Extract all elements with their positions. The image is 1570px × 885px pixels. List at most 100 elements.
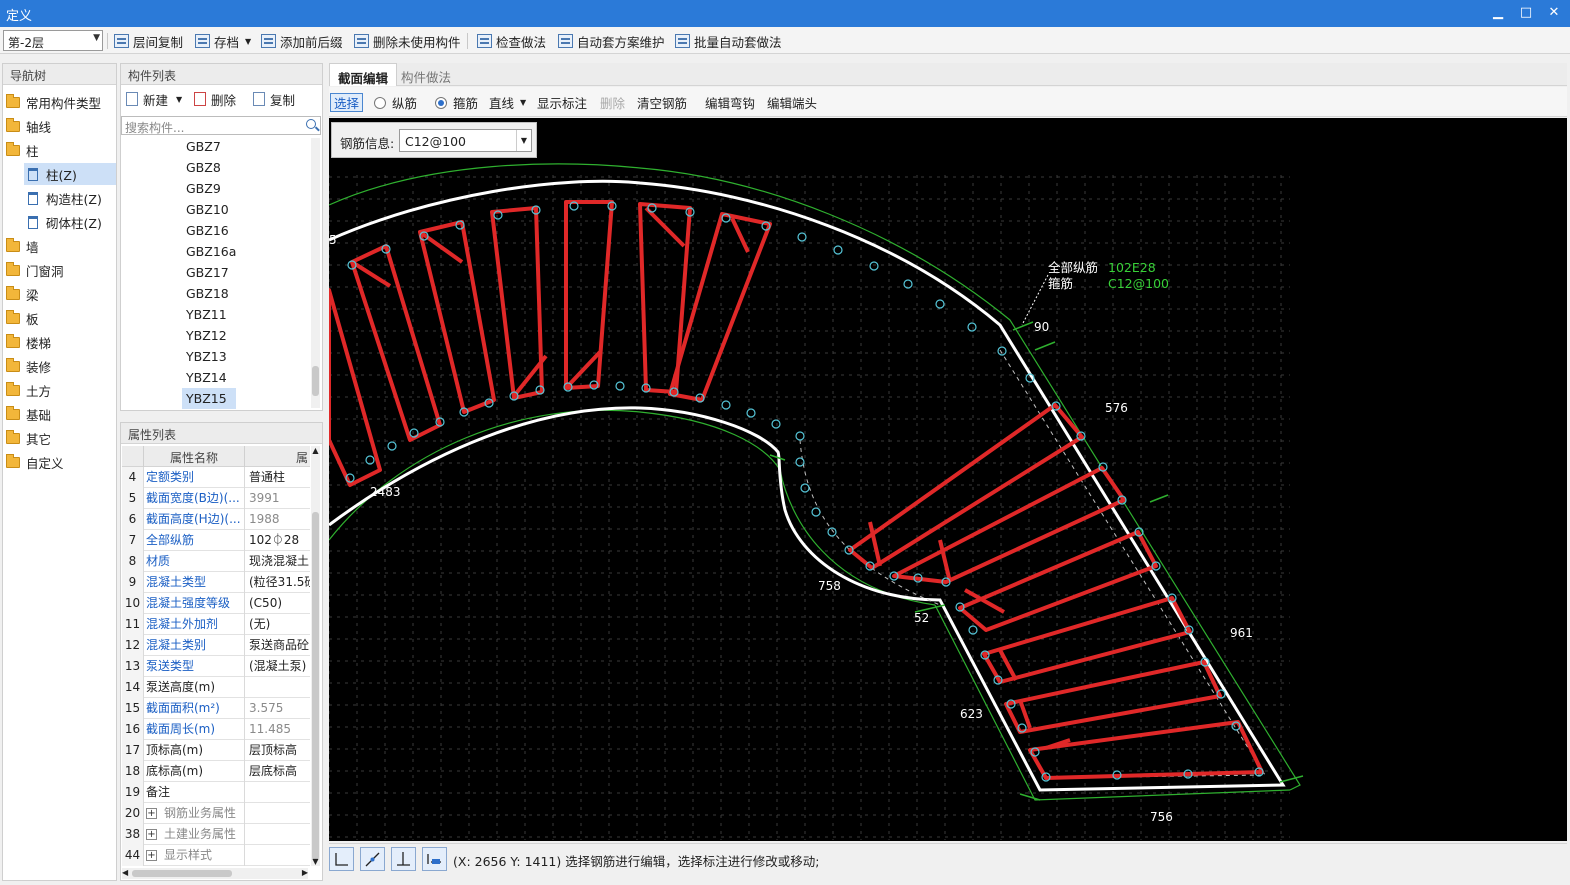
nav-item[interactable]: 墙: [6, 235, 114, 257]
edit-hook-button[interactable]: 编辑弯钩: [705, 93, 755, 112]
rebar-point[interactable]: [615, 381, 625, 391]
scroll-right-icon[interactable]: ▶: [302, 868, 308, 877]
edit-end-button[interactable]: 编辑端头: [767, 93, 817, 112]
property-row[interactable]: 14 泵送高度(m): [122, 677, 310, 698]
component-list-item[interactable]: GBZ10: [182, 199, 236, 220]
property-row[interactable]: 44 + 显示样式: [122, 845, 310, 866]
nav-item[interactable]: 梁: [6, 283, 114, 305]
check-method-button[interactable]: 检查做法: [477, 31, 546, 51]
clear-rebar-button[interactable]: 清空钢筋: [637, 93, 687, 112]
property-value[interactable]: [244, 803, 310, 824]
component-list-item[interactable]: YBZ13: [182, 346, 236, 367]
property-value[interactable]: [244, 824, 310, 845]
property-value[interactable]: 102⏀28: [244, 530, 310, 551]
property-row[interactable]: 18 底标高(m) 层底标高: [122, 761, 310, 782]
scroll-down-icon[interactable]: ▼: [311, 857, 320, 866]
property-row[interactable]: 17 顶标高(m) 层顶标高: [122, 740, 310, 761]
nav-item[interactable]: 常用构件类型: [6, 91, 114, 113]
property-row[interactable]: 10 混凝土强度等级 (C50): [122, 593, 310, 614]
delete-rebar-button[interactable]: 删除: [600, 93, 625, 112]
scrollbar-thumb[interactable]: [312, 366, 319, 396]
component-list-item[interactable]: GBZ7: [182, 136, 236, 157]
dim-5[interactable]: 5: [329, 233, 337, 247]
scrollbar-thumb[interactable]: [132, 870, 232, 877]
nav-item[interactable]: 轴线: [6, 115, 114, 137]
rebar-point[interactable]: [387, 441, 397, 451]
nav-item[interactable]: 板: [6, 307, 114, 329]
rebar-point[interactable]: [997, 346, 1007, 356]
property-value[interactable]: 泵送商品砼: [244, 635, 310, 656]
nav-item[interactable]: 基础: [6, 403, 114, 425]
dim-758[interactable]: 758: [818, 579, 841, 593]
rebar-point[interactable]: [746, 408, 756, 418]
nav-item[interactable]: 柱: [6, 139, 114, 161]
property-value[interactable]: 层底标高: [244, 761, 310, 782]
delete-component-button[interactable]: 删除: [194, 89, 236, 109]
rebar-point[interactable]: [797, 232, 807, 242]
scroll-up-icon[interactable]: ▲: [311, 446, 320, 455]
property-value[interactable]: (C50): [244, 593, 310, 614]
component-list-item[interactable]: GBZ8: [182, 157, 236, 178]
property-row[interactable]: 4 定额类别 普通柱: [122, 467, 310, 488]
component-list-scrollbar[interactable]: [311, 138, 320, 408]
floor-select[interactable]: 第-2层 ▼: [3, 30, 103, 51]
property-row[interactable]: 12 混凝土类别 泵送商品砼: [122, 635, 310, 656]
stirrup-hook[interactable]: [998, 649, 1018, 681]
dim-756[interactable]: 756: [1150, 810, 1173, 824]
property-value[interactable]: 1988: [244, 509, 310, 530]
dim-961[interactable]: 961: [1230, 626, 1253, 640]
show-dimensions-button[interactable]: 显示标注: [537, 93, 587, 112]
maximize-icon[interactable]: □: [1514, 3, 1538, 23]
copy-component-button[interactable]: 复制: [253, 89, 295, 109]
property-value[interactable]: (混凝土泵): [244, 656, 310, 677]
scroll-left-icon[interactable]: ◀: [122, 868, 128, 877]
close-icon[interactable]: ✕: [1542, 3, 1566, 23]
rebar-point[interactable]: [967, 322, 977, 332]
component-list-item[interactable]: GBZ16a: [182, 241, 236, 262]
tab-component-method[interactable]: 构件做法: [393, 63, 459, 86]
nav-item[interactable]: 楼梯: [6, 331, 114, 353]
rebar-point[interactable]: [935, 299, 945, 309]
tab-section-edit[interactable]: 截面编辑: [329, 63, 398, 86]
dimension-snap-icon[interactable]: [422, 847, 447, 871]
rebar-annotation[interactable]: 全部纵筋 102E28 箍筋 C12@100: [1048, 260, 1169, 291]
stirrup-loop[interactable]: [982, 596, 1192, 684]
nav-item[interactable]: 柱(Z): [24, 163, 116, 185]
stirrup-loop[interactable]: [958, 530, 1158, 632]
property-value[interactable]: 3.575: [244, 698, 310, 719]
dim-2483[interactable]: 2483: [370, 485, 401, 499]
property-value[interactable]: (粒径31.5砼: [244, 572, 310, 593]
property-row[interactable]: 6 截面高度(H边)(... 1988: [122, 509, 310, 530]
property-value[interactable]: 普通柱: [244, 467, 310, 488]
chevron-down-icon[interactable]: ▼: [516, 130, 531, 151]
orthogonal-snap-icon[interactable]: [329, 847, 354, 871]
rebar-point[interactable]: [869, 261, 879, 271]
property-value[interactable]: 3991: [244, 488, 310, 509]
property-value[interactable]: 现浇混凝土: [244, 551, 310, 572]
component-search[interactable]: 搜索构件...: [121, 116, 321, 135]
property-value[interactable]: [244, 677, 310, 698]
component-list-item[interactable]: YBZ12: [182, 325, 236, 346]
search-icon[interactable]: [306, 119, 316, 129]
property-value[interactable]: [244, 845, 310, 866]
section-drawing[interactable]: 90 576 2483 758 52 961 623 756 5 全部纵筋 10…: [329, 118, 1567, 841]
stirrup-hook[interactable]: [564, 350, 602, 390]
property-horizontal-scrollbar[interactable]: ◀ ▶: [122, 868, 308, 879]
property-row[interactable]: 19 备注: [122, 782, 310, 803]
property-row[interactable]: 15 截面面积(m²) 3.575: [122, 698, 310, 719]
property-row[interactable]: 11 混凝土外加剂 (无): [122, 614, 310, 635]
property-list-scrollbar[interactable]: ▲ ▼: [311, 446, 320, 866]
property-row[interactable]: 9 混凝土类型 (粒径31.5砼: [122, 572, 310, 593]
property-row[interactable]: 20 + 钢筋业务属性: [122, 803, 310, 824]
property-value[interactable]: [244, 782, 310, 803]
dim-576[interactable]: 576: [1105, 401, 1128, 415]
dim-90[interactable]: 90: [1034, 320, 1049, 334]
add-prefix-suffix-button[interactable]: 添加前后缀: [261, 31, 343, 51]
component-list-item[interactable]: YBZ15: [182, 388, 236, 409]
dim-52[interactable]: 52: [914, 611, 929, 625]
stirrup-loop[interactable]: [564, 200, 614, 390]
rebar-info-select[interactable]: C12@100 ▼: [399, 129, 532, 152]
rebar-point[interactable]: [721, 400, 731, 410]
delete-unused-button[interactable]: 删除未使用构件: [354, 31, 461, 51]
nav-item[interactable]: 土方: [6, 379, 114, 401]
